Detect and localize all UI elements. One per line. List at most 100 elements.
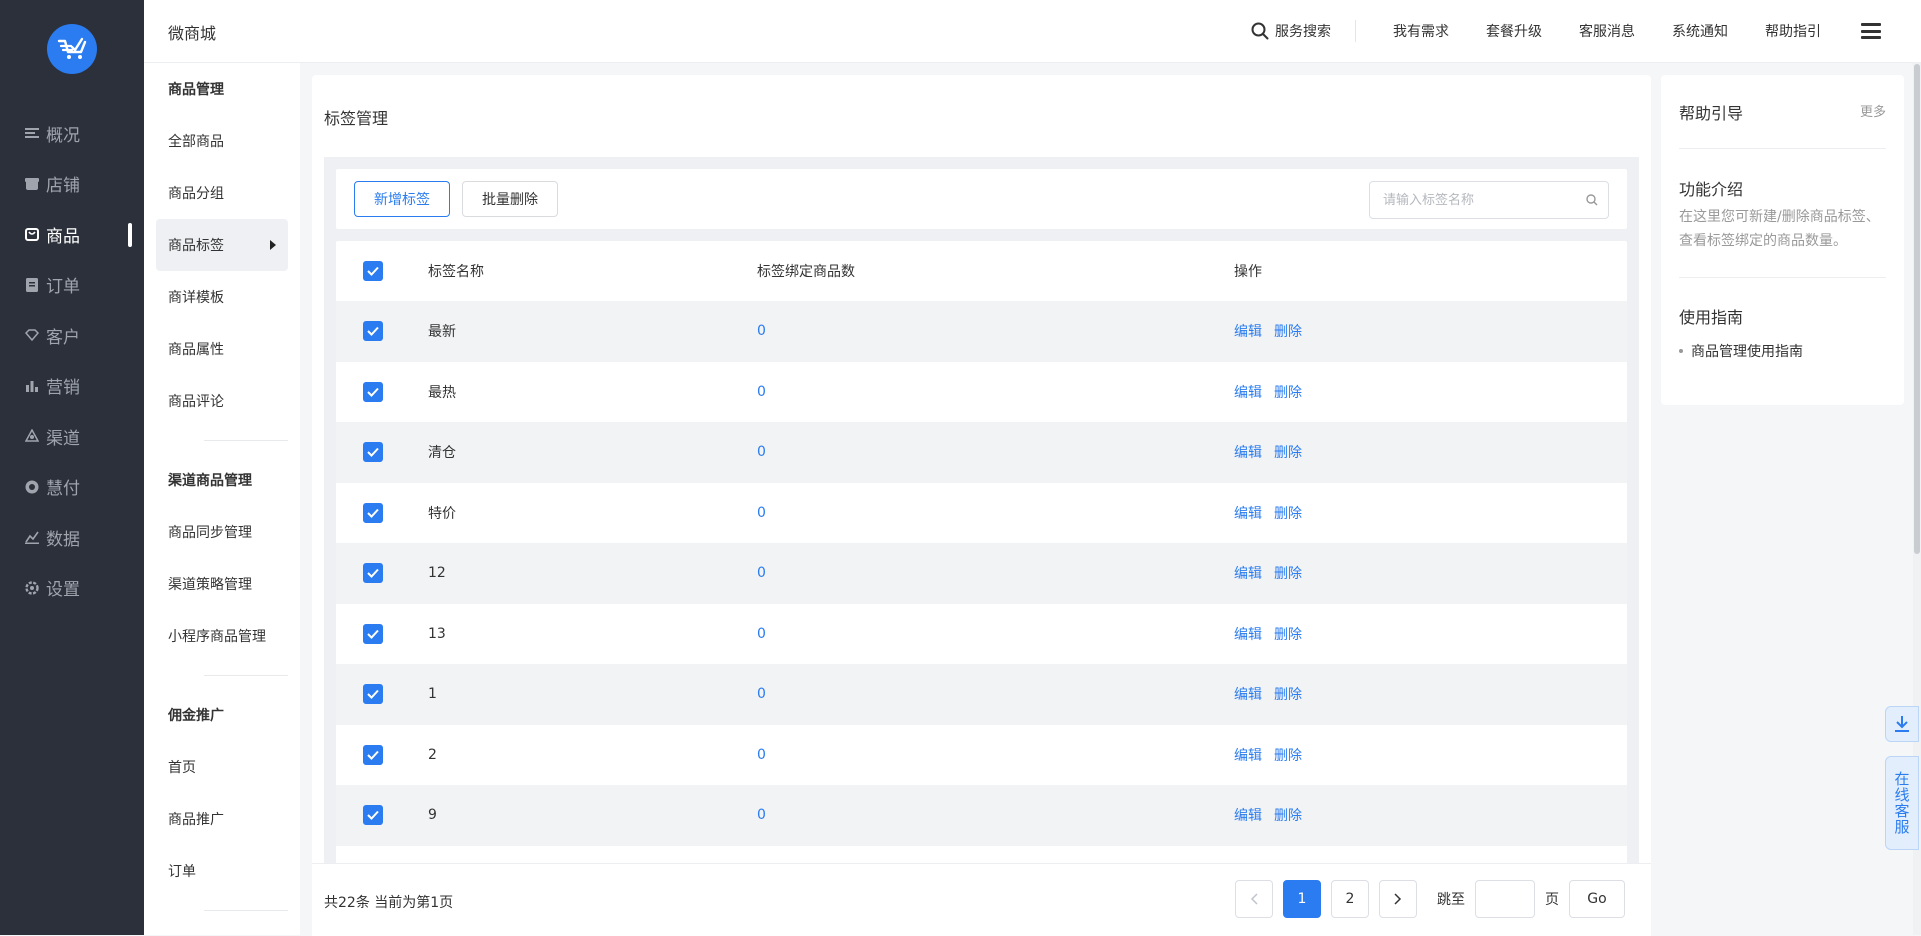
menu-label: 概况 [46,125,80,146]
subnav-item-promotion[interactable]: 商品推广 [156,793,288,845]
tag-search-input[interactable] [1370,191,1576,209]
menu-item-settings[interactable]: 设置 [0,563,144,614]
service-search[interactable]: 服务搜索 [1251,20,1356,42]
header-link-help[interactable]: 帮助指引 [1765,21,1821,41]
tag-goods-count[interactable]: 0 [757,565,766,581]
jump-page-input[interactable] [1475,880,1535,918]
subnav-item-orders[interactable]: 订单 [156,845,288,897]
subnav-item-goods-group[interactable]: 商品分组 [156,167,288,219]
delete-link[interactable]: 删除 [1274,684,1302,704]
help-section-intro-title: 功能介绍 [1679,180,1744,199]
header-link-upgrade[interactable]: 套餐升级 [1486,21,1542,41]
row-checkbox[interactable] [363,684,383,704]
delete-link[interactable]: 删除 [1274,563,1302,583]
menu-item-marketing[interactable]: 营销 [0,361,144,412]
page-button-1[interactable]: 1 [1283,880,1321,918]
edit-link[interactable]: 编辑 [1234,503,1262,523]
add-tag-button[interactable]: 新增标签 [354,181,450,217]
row-checkbox[interactable] [363,623,383,644]
download-button[interactable] [1885,706,1919,742]
help-guide-link[interactable]: 商品管理使用指南 [1679,341,1803,361]
edit-link[interactable]: 编辑 [1234,321,1262,341]
online-service-label: 在线客服 [1892,771,1911,835]
menu-item-data[interactable]: 数据 [0,512,144,563]
content-panel: 新增标签 批量删除 标签名称 标签绑定商品数 操作 最新0编辑删除最热0编辑删除… [324,157,1639,935]
edit-link[interactable]: 编辑 [1234,382,1262,402]
check-icon [367,387,379,397]
go-button[interactable]: Go [1569,880,1625,918]
row-checkbox[interactable] [363,381,383,402]
subnav-item-goods-tag[interactable]: 商品标签 [156,219,288,271]
delete-link[interactable]: 删除 [1274,321,1302,341]
tag-goods-count[interactable]: 0 [757,384,766,400]
menu-item-customer[interactable]: 客户 [0,310,144,361]
row-checkbox[interactable] [363,744,383,765]
row-checkbox[interactable] [363,321,383,341]
select-all-checkbox[interactable] [363,261,383,281]
delete-link[interactable]: 删除 [1274,442,1302,462]
column-header-count: 标签绑定商品数 [757,264,855,280]
edit-link[interactable]: 编辑 [1234,563,1262,583]
delete-link[interactable]: 删除 [1274,805,1302,825]
menu-item-goods[interactable]: 商品 [0,209,144,260]
tag-goods-count[interactable]: 0 [757,323,766,339]
next-page-button[interactable] [1379,880,1417,918]
subnav-item-all-goods[interactable]: 全部商品 [156,115,288,167]
edit-link[interactable]: 编辑 [1234,684,1262,704]
tag-name: 特价 [428,505,456,522]
subnav-item-miniprogram[interactable]: 小程序商品管理 [156,610,288,662]
row-actions: 编辑 删除 [1234,805,1314,825]
menu-item-pay[interactable]: 慧付 [0,462,144,513]
header-link-requirement[interactable]: 我有需求 [1393,21,1449,41]
header-link-service-msg[interactable]: 客服消息 [1579,21,1635,41]
prev-page-button[interactable] [1235,880,1273,918]
pagination-footer: 共22条 当前为第1页 1 2 跳至 页 Go [312,863,1651,936]
tag-goods-count[interactable]: 0 [757,444,766,460]
scrollbar-thumb[interactable] [1914,64,1920,554]
app-logo[interactable] [47,24,97,74]
delete-link[interactable]: 删除 [1274,624,1302,644]
edit-link[interactable]: 编辑 [1234,442,1262,462]
subnav-item-detail-template[interactable]: 商详模板 [156,271,288,323]
subnav-item-home[interactable]: 首页 [156,741,288,793]
help-divider [1679,277,1886,278]
online-service-button[interactable]: 在线客服 [1885,756,1919,850]
row-checkbox[interactable] [363,442,383,462]
delete-link[interactable]: 删除 [1274,503,1302,523]
delete-link[interactable]: 删除 [1274,745,1302,765]
header-link-notice[interactable]: 系统通知 [1672,21,1728,41]
check-icon [367,810,379,820]
row-checkbox[interactable] [363,502,383,523]
subnav-item-strategy[interactable]: 渠道策略管理 [156,558,288,610]
edit-link[interactable]: 编辑 [1234,805,1262,825]
batch-delete-button[interactable]: 批量删除 [462,181,558,217]
menu-item-order[interactable]: 订单 [0,260,144,311]
search-icon[interactable] [1576,194,1608,206]
menu-item-store[interactable]: 店铺 [0,159,144,210]
tag-goods-count[interactable]: 0 [757,686,766,702]
chevron-left-icon [1250,893,1258,905]
menu-item-channel[interactable]: 渠道 [0,411,144,462]
page-button-2[interactable]: 2 [1331,880,1369,918]
tag-goods-count[interactable]: 0 [757,505,766,521]
help-section-intro-desc: 在这里您可新建/删除商品标签、查看标签绑定的商品数量。 [1679,209,1880,249]
help-more-link[interactable]: 更多 [1860,101,1886,120]
hamburger-menu-icon[interactable] [1861,21,1881,41]
edit-link[interactable]: 编辑 [1234,624,1262,644]
row-checkbox[interactable] [363,563,383,583]
goods-icon [24,226,40,242]
subnav-item-sync[interactable]: 商品同步管理 [156,506,288,558]
tag-name: 最新 [428,324,456,341]
row-checkbox[interactable] [363,805,383,825]
tag-goods-count[interactable]: 0 [757,626,766,642]
tag-goods-count[interactable]: 0 [757,807,766,823]
menu-item-overview[interactable]: 概况 [0,108,144,159]
check-icon [367,326,379,336]
subnav-item-goods-attr[interactable]: 商品属性 [156,323,288,375]
tag-goods-count[interactable]: 0 [757,747,766,763]
toolbar: 新增标签 批量删除 [336,169,1627,229]
help-guide-link-label: 商品管理使用指南 [1691,344,1803,360]
subnav-item-goods-review[interactable]: 商品评论 [156,375,288,427]
delete-link[interactable]: 删除 [1274,382,1302,402]
edit-link[interactable]: 编辑 [1234,745,1262,765]
